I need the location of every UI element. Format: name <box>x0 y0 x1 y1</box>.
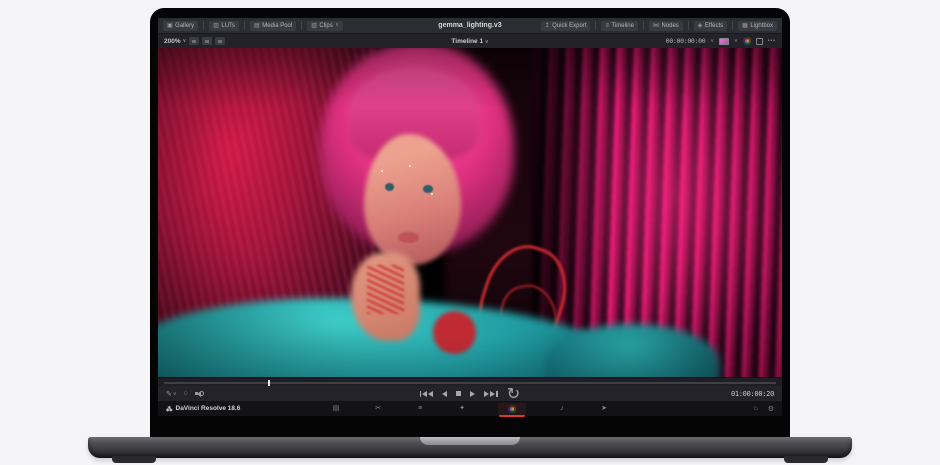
current-timecode: 01:00:00:20 <box>731 390 774 398</box>
speaker-icon[interactable] <box>195 390 204 398</box>
chevron-down-icon: ∨ <box>335 23 339 28</box>
quick-export-label: Quick Export <box>552 23 586 29</box>
viewer-toggle-button[interactable] <box>202 37 212 45</box>
divider <box>688 21 689 30</box>
page-navigation-bar: ⁂ DaVinci Resolve 18.6 ▤ ✂ ≡ ✦ ♪ ➤ ⌂ ⚙ <box>158 401 782 416</box>
timeline-button[interactable]: ≡ Timeline <box>601 21 637 31</box>
divider <box>595 21 596 30</box>
effects-label: Effects <box>705 23 723 29</box>
color-page-icon <box>508 405 516 413</box>
photo-vignette <box>158 48 782 377</box>
divider <box>244 21 245 30</box>
luts-button[interactable]: ▥ LUTs <box>209 21 239 31</box>
page-deliver-button[interactable]: ➤ <box>598 403 610 414</box>
app-identity: ⁂ DaVinci Resolve 18.6 <box>166 405 240 413</box>
page-edit-button[interactable]: ≡ <box>414 403 426 414</box>
chevron-down-icon: ∨ <box>173 391 177 397</box>
luts-icon: ▥ <box>213 23 219 29</box>
chevron-down-icon: ∨ <box>183 38 187 44</box>
toolbar-left-group: ▣ Gallery ▥ LUTs ▤ Media Pool <box>163 21 343 31</box>
viewer-toolbar-right: 00:00:00:00 ∨ ∨ ••• <box>666 37 776 45</box>
top-toolbar: ▣ Gallery ▥ LUTs ▤ Media Pool <box>158 18 782 33</box>
clips-button[interactable]: ▧ Clips ∨ <box>307 21 343 31</box>
step-back-button[interactable] <box>442 391 447 397</box>
divider <box>203 21 204 30</box>
app-name: DaVinci Resolve 18.6 <box>176 405 241 412</box>
chevron-down-icon: ∨ <box>734 38 738 44</box>
source-timecode: 00:00:00:00 <box>666 37 706 45</box>
davinci-logo-icon: ⁂ <box>166 405 173 413</box>
page-background: ▣ Gallery ▥ LUTs ▤ Media Pool <box>0 0 940 465</box>
divider <box>301 21 302 30</box>
zoom-level-select[interactable]: 200% ∨ <box>164 38 186 45</box>
page-color-button[interactable] <box>498 403 526 415</box>
lid-lift-notch <box>420 437 520 445</box>
gallery-icon: ▣ <box>167 23 173 29</box>
quick-export-button[interactable]: ↥ Quick Export <box>541 21 591 31</box>
media-pool-label: Media Pool <box>262 23 292 29</box>
nodes-label: Nodes <box>661 23 678 29</box>
loop-mode-button[interactable]: ○ <box>184 390 188 397</box>
nodes-button[interactable]: ⋈ Nodes <box>649 21 683 31</box>
chevron-down-icon: ∨ <box>710 38 714 44</box>
more-options-button[interactable]: ••• <box>768 38 776 44</box>
divider <box>643 21 644 30</box>
davinci-resolve-window: ▣ Gallery ▥ LUTs ▤ Media Pool <box>158 18 782 416</box>
gear-icon[interactable]: ⚙ <box>768 405 774 413</box>
laptop-base <box>88 437 852 458</box>
media-pool-button[interactable]: ▤ Media Pool <box>250 21 296 31</box>
stop-button[interactable] <box>456 391 461 396</box>
viewer-toggle-button[interactable] <box>189 37 199 45</box>
viewer-toggle-button[interactable] <box>215 37 225 45</box>
gallery-label: Gallery <box>175 23 194 29</box>
divider <box>732 21 733 30</box>
luts-label: LUTs <box>221 23 235 29</box>
nodes-icon: ⋈ <box>653 23 659 29</box>
effects-button[interactable]: ◈ Effects <box>694 21 727 31</box>
media-pool-icon: ▤ <box>254 23 260 29</box>
timeline-name: Timeline 1 <box>451 38 483 45</box>
transport-bar: ✎ ∨ ○ ↻ 01:00:00:20 <box>158 386 782 401</box>
pen-icon: ✎ <box>166 390 172 398</box>
clips-label: Clips <box>319 23 332 29</box>
timeline-label: Timeline <box>611 23 633 29</box>
effects-icon: ◈ <box>698 23 703 29</box>
page-buttons: ▤ ✂ ≡ ✦ ♪ ➤ <box>158 403 782 415</box>
lightbox-label: Lightbox <box>750 23 773 29</box>
laptop-foot <box>784 456 828 463</box>
laptop-screen: ▣ Gallery ▥ LUTs ▤ Media Pool <box>150 8 790 438</box>
gallery-button[interactable]: ▣ Gallery <box>163 21 198 31</box>
page-cut-button[interactable]: ✂ <box>372 403 384 414</box>
lightbox-button[interactable]: ▦ Lightbox <box>738 21 777 31</box>
jump-to-end-button[interactable] <box>484 391 498 397</box>
jump-to-start-button[interactable] <box>420 391 434 397</box>
toolbar-right-group: ↥ Quick Export ≡ Timeline ⋈ Nodes <box>541 21 777 31</box>
export-icon: ↥ <box>545 23 550 29</box>
home-icon[interactable]: ⌂ <box>753 405 757 412</box>
expand-icon[interactable] <box>756 38 763 45</box>
transport-left-tools: ✎ ∨ ○ <box>166 390 204 398</box>
play-button[interactable] <box>470 391 475 397</box>
viewer-toolbar: 200% ∨ Timeline 1 ∨ 00:00:00:00 ∨ ∨ <box>158 33 782 48</box>
annotation-pen-button[interactable]: ✎ ∨ <box>166 390 177 398</box>
zoom-level-value: 200% <box>164 38 181 45</box>
viewer-canvas <box>158 48 782 377</box>
clips-icon: ▧ <box>311 23 317 29</box>
monitor-icon[interactable] <box>719 38 729 45</box>
chevron-down-icon: ∨ <box>485 39 489 45</box>
color-wheel-icon[interactable] <box>743 37 751 45</box>
page-fairlight-button[interactable]: ♪ <box>556 403 568 414</box>
laptop-foot <box>112 456 156 463</box>
page-fusion-button[interactable]: ✦ <box>456 403 468 414</box>
appbar-right: ⌂ ⚙ <box>753 405 774 413</box>
page-media-button[interactable]: ▤ <box>330 403 342 414</box>
lightbox-icon: ▦ <box>742 23 748 29</box>
timeline-icon: ≡ <box>605 23 609 29</box>
